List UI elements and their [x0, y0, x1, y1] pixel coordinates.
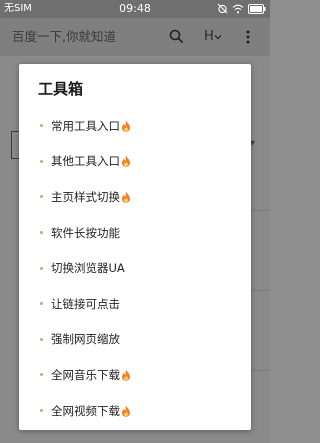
- fire-icon: [121, 191, 131, 203]
- menu-item[interactable]: 强制网页缩放: [19, 322, 251, 358]
- h-button-label: H: [204, 29, 214, 44]
- status-icons: [217, 3, 266, 14]
- menu-item-label: 其他工具入口: [51, 154, 120, 169]
- status-bar: 无SIM 09:48: [0, 0, 270, 18]
- menu-item-label: 强制网页缩放: [51, 332, 120, 347]
- dialog-title: 工具箱: [38, 80, 84, 98]
- dot-icon: [40, 373, 43, 377]
- menu-item[interactable]: 全网视频下载: [19, 393, 251, 429]
- fire-icon: [121, 405, 131, 417]
- menu-item-label: 全网音乐下载: [51, 367, 120, 382]
- menu-item[interactable]: 全网音乐下载: [19, 357, 251, 393]
- menu-item[interactable]: 其他工具入口: [19, 144, 251, 180]
- more-vertical-icon[interactable]: [246, 29, 250, 48]
- search-input[interactable]: 百度一下,你就知道: [12, 18, 116, 56]
- menu-item-label: 常用工具入口: [51, 118, 120, 133]
- dot-icon: [40, 231, 43, 235]
- dot-icon: [40, 266, 43, 270]
- fire-icon: [121, 120, 131, 132]
- dot-icon: [40, 337, 43, 341]
- dot-icon: [40, 195, 43, 199]
- wifi-icon: [232, 4, 244, 14]
- browser-header: 百度一下,你就知道 H: [0, 18, 270, 56]
- chevron-down-icon: [214, 29, 222, 44]
- menu-item-label: 让链接可点击: [51, 296, 120, 311]
- menu-item[interactable]: 常用工具入口: [19, 108, 251, 144]
- menu-item-label: 切换浏览器UA: [51, 261, 125, 276]
- alarm-off-icon: [217, 3, 228, 14]
- battery-icon: [248, 3, 266, 14]
- h-menu-button[interactable]: H: [204, 28, 222, 46]
- fire-icon: [121, 369, 131, 381]
- dot-icon: [40, 409, 43, 413]
- menu-item[interactable]: 让链接可点击: [19, 286, 251, 322]
- menu-item[interactable]: 主页样式切换: [19, 179, 251, 215]
- menu-item[interactable]: 软件长按功能: [19, 215, 251, 251]
- menu-item-label: 全网视频下载: [51, 403, 120, 418]
- dot-icon: [40, 124, 43, 128]
- toolbox-menu: 常用工具入口 其他工具入口 主页样式切换 软件长按功能 切换浏览器UA 让链接可点击 强制网…: [19, 108, 251, 428]
- toolbox-dialog: 工具箱 常用工具入口 其他工具入口 主页样式切换 软件长按功能 切换浏览器UA 让链接可点…: [19, 64, 251, 430]
- menu-item-label: 主页样式切换: [51, 189, 120, 204]
- dot-icon: [40, 302, 43, 306]
- search-icon[interactable]: [169, 29, 184, 48]
- menu-item-label: 软件长按功能: [51, 225, 120, 240]
- fire-icon: [121, 155, 131, 168]
- dot-icon: [40, 159, 43, 163]
- menu-item[interactable]: 切换浏览器UA: [19, 250, 251, 286]
